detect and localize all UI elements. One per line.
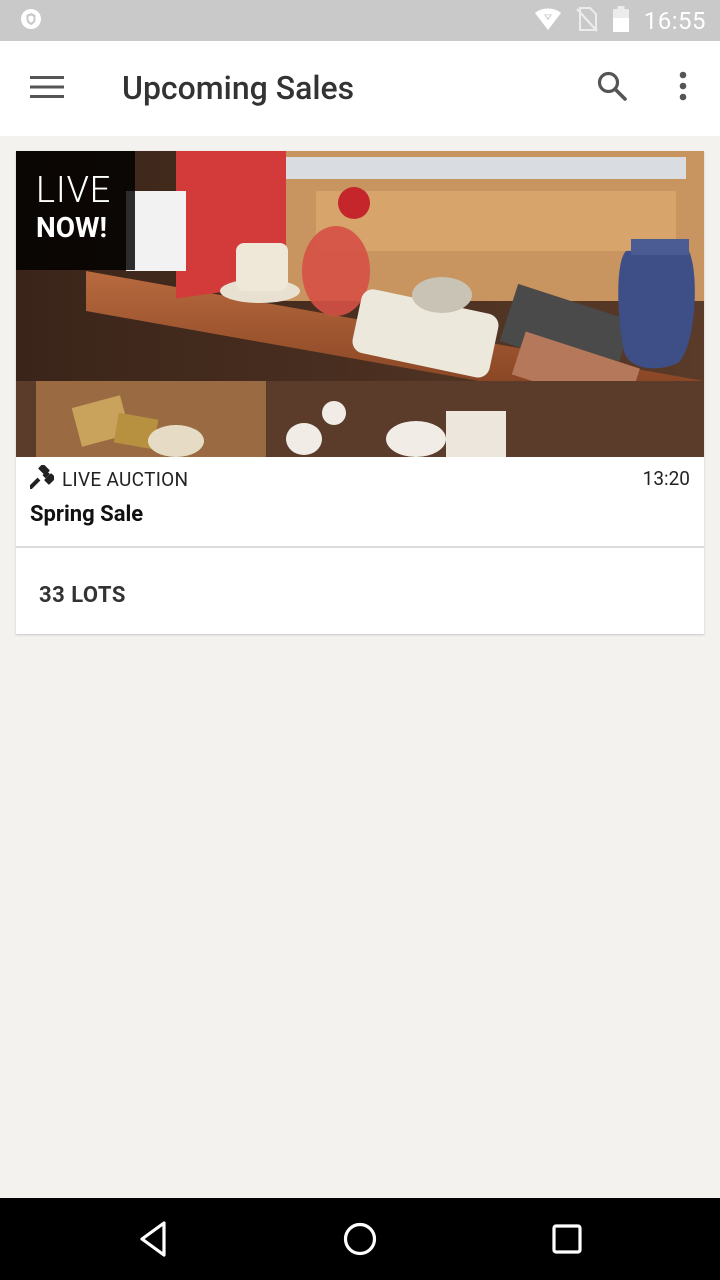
status-time: 16:55	[643, 6, 706, 35]
screen: 16:55 Upcoming Sales LIVE NOW! LIVE AUCT…	[0, 0, 720, 1280]
sale-title: Spring Sale	[30, 502, 144, 527]
no-sim-icon	[575, 6, 598, 36]
lots-count: 33 LOTS	[39, 583, 126, 608]
app-bar: Upcoming Sales	[0, 41, 720, 136]
status-left	[20, 8, 42, 34]
sale-time: 13:20	[642, 467, 690, 490]
search-icon	[596, 70, 628, 106]
system-nav-bar	[0, 1198, 720, 1280]
more-options-button[interactable]	[666, 68, 700, 108]
recents-icon	[552, 1224, 582, 1254]
sale-card[interactable]: LIVE NOW! LIVE AUCTION 13:20 Spring Sale…	[16, 151, 704, 634]
status-bar: 16:55	[0, 0, 720, 41]
card-divider	[16, 546, 704, 548]
gavel-icon	[27, 463, 56, 493]
back-button[interactable]	[134, 1218, 174, 1260]
shield-icon	[20, 8, 42, 34]
sale-image: LIVE NOW!	[16, 151, 704, 457]
status-right: 16:55	[534, 5, 706, 37]
wifi-icon	[534, 7, 562, 35]
battery-icon	[612, 5, 630, 37]
live-now-badge: LIVE NOW!	[16, 151, 135, 270]
page-title: Upcoming Sales	[122, 69, 355, 107]
back-icon	[140, 1221, 166, 1257]
search-button[interactable]	[592, 68, 632, 108]
live-badge-line1: LIVE	[36, 169, 112, 211]
menu-icon	[30, 75, 64, 103]
sale-type-row: LIVE AUCTION	[27, 463, 189, 493]
sale-type-label: LIVE AUCTION	[62, 467, 189, 491]
menu-button[interactable]	[28, 72, 66, 106]
live-badge-line2: NOW!	[36, 211, 108, 244]
recents-button[interactable]	[549, 1221, 585, 1257]
more-vert-icon	[679, 71, 687, 105]
home-button[interactable]	[340, 1219, 380, 1259]
home-icon	[343, 1222, 377, 1256]
